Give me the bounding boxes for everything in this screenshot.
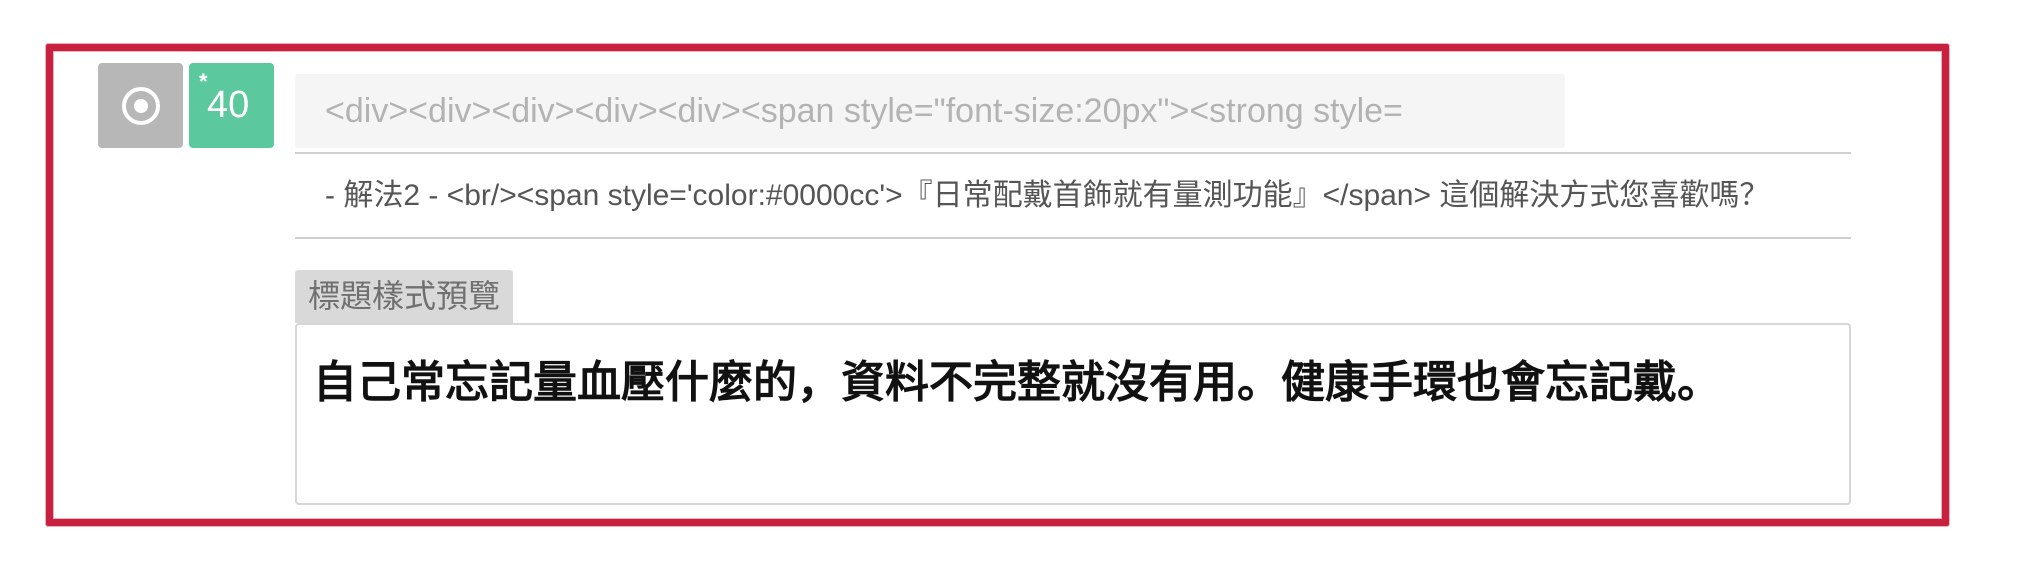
toggle-button[interactable] bbox=[98, 63, 183, 148]
badge-count: 40 bbox=[207, 84, 250, 126]
title-preview-box: 自己常忘記量血壓什麼的，資料不完整就沒有用。健康手環也會忘記戴。 bbox=[295, 323, 1851, 505]
subtitle-source-field[interactable]: - 解法2 - <br/><span style='color:#0000cc'… bbox=[295, 156, 1851, 236]
html-source-field[interactable]: <div><div><div><div><div><span style="fo… bbox=[295, 74, 1565, 148]
divider bbox=[295, 152, 1851, 154]
radio-selected-icon bbox=[121, 86, 160, 125]
editor-panel: * 40 <div><div><div><div><div><span styl… bbox=[0, 0, 2022, 576]
count-badge[interactable]: * 40 bbox=[189, 63, 274, 148]
preview-text: 自己常忘記量血壓什麼的，資料不完整就沒有用。健康手環也會忘記戴。 bbox=[313, 358, 1721, 407]
divider bbox=[295, 237, 1851, 239]
preview-label: 標題樣式預覽 bbox=[295, 270, 514, 323]
